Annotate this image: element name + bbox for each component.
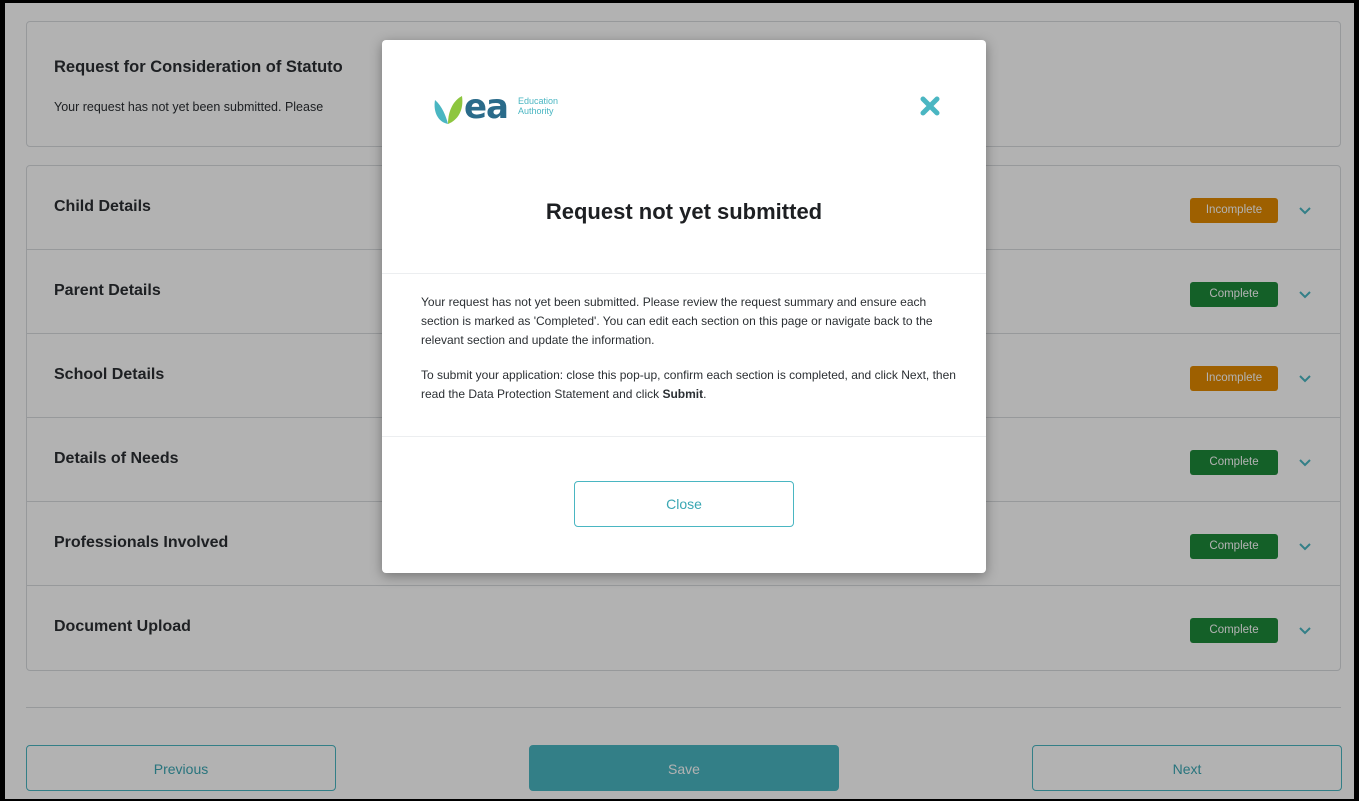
app-frame: Request for Consideration of Statuto You…	[5, 3, 1354, 799]
logo-caption-line1: Education	[518, 96, 559, 106]
close-icon[interactable]	[918, 94, 942, 118]
dialog-divider-top	[382, 273, 986, 274]
ea-logo: ea Education Authority	[432, 88, 592, 128]
dialog-paragraph-1: Your request has not yet been submitted.…	[421, 295, 933, 347]
logo-wordmark: ea	[464, 87, 509, 127]
dialog-body: Your request has not yet been submitted.…	[421, 293, 961, 420]
not-submitted-dialog: ea Education Authority Request not yet s…	[382, 40, 986, 573]
ea-leaf-icon	[434, 96, 463, 124]
dialog-divider-bottom	[382, 436, 986, 437]
dialog-close-button[interactable]: Close	[574, 481, 794, 527]
logo-caption: Education Authority	[518, 96, 558, 116]
dialog-submit-emphasis: Submit	[662, 387, 704, 401]
dialog-title: Request not yet submitted	[545, 199, 823, 224]
logo-caption-line2: Authority	[518, 106, 554, 116]
dialog-paragraph-2: To submit your application: close this p…	[421, 366, 961, 404]
dialog-paragraph-2-end: .	[703, 387, 707, 401]
